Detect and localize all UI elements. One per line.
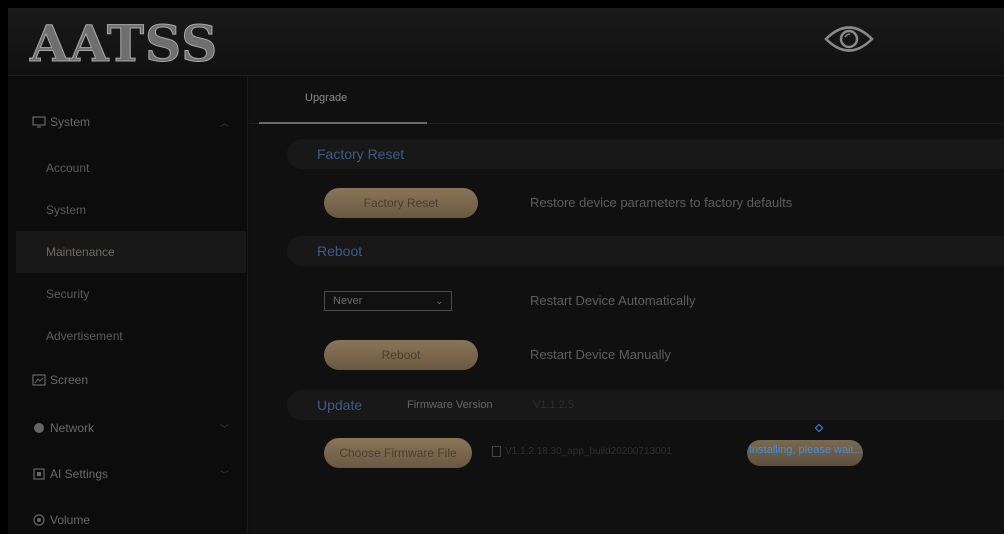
chevron-down-icon: ﹀ <box>220 469 230 480</box>
section-update: Update Firmware Version V1.1.2.5 <box>287 390 1004 420</box>
top-header: AATSS <box>8 8 1004 76</box>
file-icon <box>492 446 501 457</box>
manual-restart-description: Restart Device Manually <box>530 347 671 362</box>
sidebar-group-label: System <box>50 115 91 129</box>
network-icon <box>34 423 44 433</box>
eye-icon[interactable] <box>824 22 874 56</box>
section-factory-reset: Factory Reset <box>287 139 1004 169</box>
chevron-down-icon: ⌄ <box>435 295 443 306</box>
sidebar-group-screen[interactable]: Screen <box>8 358 248 402</box>
active-tab-indicator <box>259 122 427 124</box>
main-content: Upgrade Factory Reset Factory Reset Rest… <box>249 76 1004 534</box>
auto-restart-select[interactable]: Never ⌄ <box>324 291 452 311</box>
sidebar-group-ai-settings[interactable]: AI Settings ﹀ <box>8 452 248 496</box>
chevron-down-icon: ﹀ <box>220 423 230 434</box>
install-status: Installing, please wait... <box>749 444 863 456</box>
screen-icon <box>32 374 46 386</box>
select-value: Never <box>333 295 363 307</box>
sidebar-group-network[interactable]: Network ﹀ <box>8 406 248 450</box>
factory-reset-button[interactable]: Factory Reset <box>324 188 478 218</box>
app-window: AATSS System ︿ Account System Maintenanc… <box>8 8 1004 534</box>
sidebar-group-label: AI Settings <box>50 467 109 481</box>
selected-file: V1.1.2.18.30_app_build20200713001 <box>492 446 672 457</box>
section-title: Update <box>317 397 363 413</box>
sidebar-group-volume[interactable]: Volume <box>8 498 248 534</box>
ai-icon <box>33 468 45 480</box>
auto-restart-description: Restart Device Automatically <box>530 293 696 308</box>
file-name: V1.1.2.18.30_app_build20200713001 <box>505 446 672 457</box>
sidebar-item-system[interactable]: System <box>8 189 248 231</box>
firmware-version-label: Firmware Version <box>407 399 493 411</box>
chevron-up-icon: ︿ <box>220 117 230 128</box>
sidebar-group-label: Screen <box>50 373 89 387</box>
sidebar-group-label: Network <box>50 421 95 435</box>
tab-upgrade[interactable]: Upgrade <box>305 92 347 104</box>
section-title: Reboot <box>317 243 363 259</box>
loading-spinner-icon <box>814 423 824 433</box>
sidebar-item-account[interactable]: Account <box>8 147 248 189</box>
factory-reset-description: Restore device parameters to factory def… <box>530 195 793 210</box>
reboot-button[interactable]: Reboot <box>324 340 478 370</box>
sidebar-item-security[interactable]: Security <box>8 273 248 315</box>
section-title: Factory Reset <box>317 146 405 162</box>
choose-firmware-button[interactable]: Choose Firmware File <box>324 438 472 468</box>
volume-icon <box>33 514 45 526</box>
sidebar-group-label: Volume <box>50 513 91 527</box>
brand-logo: AATSS <box>29 13 219 73</box>
sidebar-group-system[interactable]: System ︿ <box>8 100 248 144</box>
section-reboot: Reboot <box>287 236 1004 266</box>
monitor-icon <box>32 116 46 128</box>
tab-bar: Upgrade <box>249 76 1004 124</box>
sidebar: System ︿ Account System Maintenance Secu… <box>8 76 248 534</box>
sidebar-item-advertisement[interactable]: Advertisement <box>8 315 248 357</box>
firmware-version-value: V1.1.2.5 <box>533 399 574 411</box>
sidebar-item-maintenance[interactable]: Maintenance <box>16 231 246 273</box>
